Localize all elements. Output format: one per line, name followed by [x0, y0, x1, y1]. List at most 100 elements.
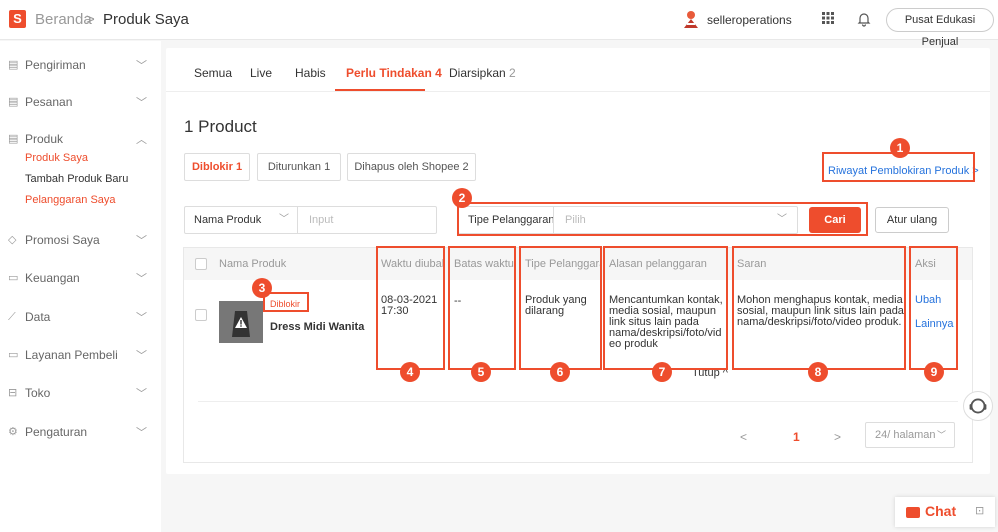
- tab-label: Diarsipkan: [449, 66, 506, 80]
- shopee-logo-icon[interactable]: S: [9, 10, 26, 28]
- tab-diarsipkan[interactable]: Diarsipkan 2: [449, 66, 516, 80]
- header-alasan: Alasan pelanggaran: [609, 258, 707, 270]
- reset-button[interactable]: Atur ulang: [875, 207, 949, 233]
- chat-button[interactable]: Chat ⊡: [895, 497, 995, 527]
- product-name-filter: Nama Produk ﹀ Input: [184, 206, 437, 234]
- subtab-dihapus[interactable]: Dihapus oleh Shopee 2: [347, 153, 476, 181]
- collapse-toggle[interactable]: Tutup ^: [692, 368, 728, 379]
- sidebar-item-label: Pesanan: [25, 95, 73, 109]
- tab-count: 2: [509, 66, 516, 80]
- current-page[interactable]: 1: [793, 430, 800, 444]
- chevron-down-icon: ﹀: [136, 97, 147, 109]
- header-tipe: Tipe Pelanggaran: [525, 258, 601, 270]
- annotation-marker-3: 3: [252, 278, 272, 298]
- page-title: Produk Saya: [103, 11, 189, 28]
- chevron-down-icon: ﹀: [279, 214, 289, 225]
- per-page-select[interactable]: 24/ halaman ﹀: [865, 422, 955, 448]
- tabs-divider: [166, 91, 990, 92]
- riwayat-pemblokiran-link[interactable]: Riwayat Pemblokiran Produk >: [828, 165, 979, 177]
- support-headset-icon[interactable]: [963, 391, 993, 421]
- sidebar-item-pengiriman[interactable]: ▤ Pengiriman ﹀: [0, 56, 161, 76]
- sidebar-item-promosi[interactable]: ◇ Promosi Saya ﹀: [0, 231, 161, 251]
- tab-perlu-tindakan[interactable]: Perlu Tindakan 4: [346, 66, 442, 80]
- seller-avatar-icon[interactable]: [682, 9, 700, 29]
- edu-center-button[interactable]: Pusat Edukasi Penjual: [886, 8, 994, 48]
- sidebar-item-produk[interactable]: ▤ Produk ︿: [0, 130, 161, 150]
- top-bar: S Beranda > Produk Saya selleroperations…: [0, 0, 998, 48]
- saran-line: nama/deskripsi/foto/video produk.: [737, 316, 902, 328]
- sidebar-item-data[interactable]: ⟋ Data ﹀: [0, 308, 161, 328]
- chevron-down-icon: ﹀: [136, 60, 147, 72]
- sidebar: ▤ Pengiriman ﹀ ▤ Pesanan ﹀ ▤ Produk ︿ Pr…: [0, 41, 161, 532]
- tab-label: Perlu Tindakan: [346, 66, 432, 80]
- chevron-down-icon: ﹀: [136, 273, 147, 285]
- chevron-up-icon: ︿: [136, 134, 147, 146]
- sidebar-sub-produk-saya[interactable]: Produk Saya: [25, 152, 88, 164]
- waktu-time: 17:30: [381, 305, 409, 317]
- more-link[interactable]: Lainnya: [915, 319, 954, 330]
- sidebar-item-label: Toko: [25, 386, 51, 400]
- main-panel: Semua Live Habis Perlu Tindakan 4 Diarsi…: [166, 48, 990, 474]
- row-checkbox[interactable]: [195, 309, 207, 321]
- chevron-down-icon: ﹀: [136, 388, 147, 400]
- product-name-input[interactable]: Input: [309, 207, 333, 233]
- sidebar-item-pengaturan[interactable]: ⚙ Pengaturan ﹀: [0, 423, 161, 443]
- sidebar-item-label: Promosi Saya: [25, 233, 100, 247]
- clipboard-icon: ▤: [8, 96, 19, 108]
- edit-link[interactable]: Ubah: [915, 295, 941, 306]
- sidebar-item-label: Data: [25, 310, 51, 324]
- product-name[interactable]: Dress Midi Wanita: [270, 322, 364, 333]
- chat-label: Chat: [925, 503, 957, 519]
- sidebar-sub-tambah-produk[interactable]: Tambah Produk Baru: [25, 173, 128, 185]
- header-waktu: Waktu diubah: [381, 258, 445, 270]
- tab-semua[interactable]: Semua: [194, 66, 232, 80]
- sidebar-item-label: Produk: [25, 132, 64, 146]
- annotation-marker-4: 4: [400, 362, 420, 382]
- divider: [553, 207, 554, 233]
- sidebar-item-label: Layanan Pembeli: [25, 348, 118, 362]
- box-icon: ▤: [8, 133, 19, 145]
- chat-icon: ▭: [8, 349, 19, 361]
- table-header: Nama Produk Waktu diubah Batas waktu Tip…: [184, 248, 972, 280]
- header-nama: Nama Produk: [219, 258, 287, 270]
- subtab-diturunkan[interactable]: Diturunkan 1: [257, 153, 341, 181]
- tab-live[interactable]: Live: [250, 66, 272, 80]
- next-page-button[interactable]: >: [834, 430, 841, 444]
- sidebar-item-layanan[interactable]: ▭ Layanan Pembeli ﹀: [0, 346, 161, 366]
- tag-icon: ◇: [8, 234, 17, 246]
- sidebar-item-label: Keuangan: [25, 271, 80, 285]
- divider: [297, 207, 298, 233]
- header-saran: Saran: [737, 258, 767, 270]
- chevron-down-icon: ﹀: [777, 214, 787, 225]
- annotation-marker-5: 5: [471, 362, 491, 382]
- product-thumbnail[interactable]: [219, 301, 263, 343]
- tab-habis[interactable]: Habis: [295, 66, 326, 80]
- expand-icon[interactable]: ⊡: [975, 504, 984, 517]
- sidebar-item-pesanan[interactable]: ▤ Pesanan ﹀: [0, 93, 161, 113]
- chevron-down-icon: ﹀: [136, 350, 147, 362]
- product-table: Nama Produk Waktu diubah Batas waktu Tip…: [183, 247, 973, 463]
- store-icon: ⊟: [8, 387, 18, 399]
- filter-name-select[interactable]: Nama Produk: [194, 207, 261, 233]
- annotation-marker-2: 2: [452, 188, 472, 208]
- annotation-marker-1: 1: [890, 138, 910, 158]
- annotation-marker-7: 7: [652, 362, 672, 382]
- apps-grid-icon[interactable]: [822, 12, 834, 24]
- tab-count: 4: [435, 66, 442, 80]
- search-button[interactable]: Cari: [809, 207, 861, 233]
- violation-type-select[interactable]: Pilih: [565, 207, 586, 233]
- breadcrumb-home[interactable]: Beranda: [35, 11, 92, 28]
- bell-icon[interactable]: [857, 11, 871, 27]
- sidebar-item-toko[interactable]: ⊟ Toko ﹀: [0, 384, 161, 404]
- header-batas: Batas waktu: [454, 258, 514, 270]
- status-badge: Diblokir: [270, 299, 301, 309]
- sidebar-item-keuangan[interactable]: ▭ Keuangan ﹀: [0, 269, 161, 289]
- sidebar-sub-pelanggaran[interactable]: Pelanggaran Saya: [25, 194, 116, 206]
- alasan-line: eo produk: [609, 338, 658, 350]
- seller-name[interactable]: selleroperations: [707, 13, 792, 27]
- select-all-checkbox[interactable]: [195, 258, 207, 270]
- chevron-down-icon: ﹀: [136, 235, 147, 247]
- subtab-diblokir[interactable]: Diblokir 1: [184, 153, 250, 181]
- annotation-marker-8: 8: [808, 362, 828, 382]
- prev-page-button[interactable]: <: [740, 430, 747, 444]
